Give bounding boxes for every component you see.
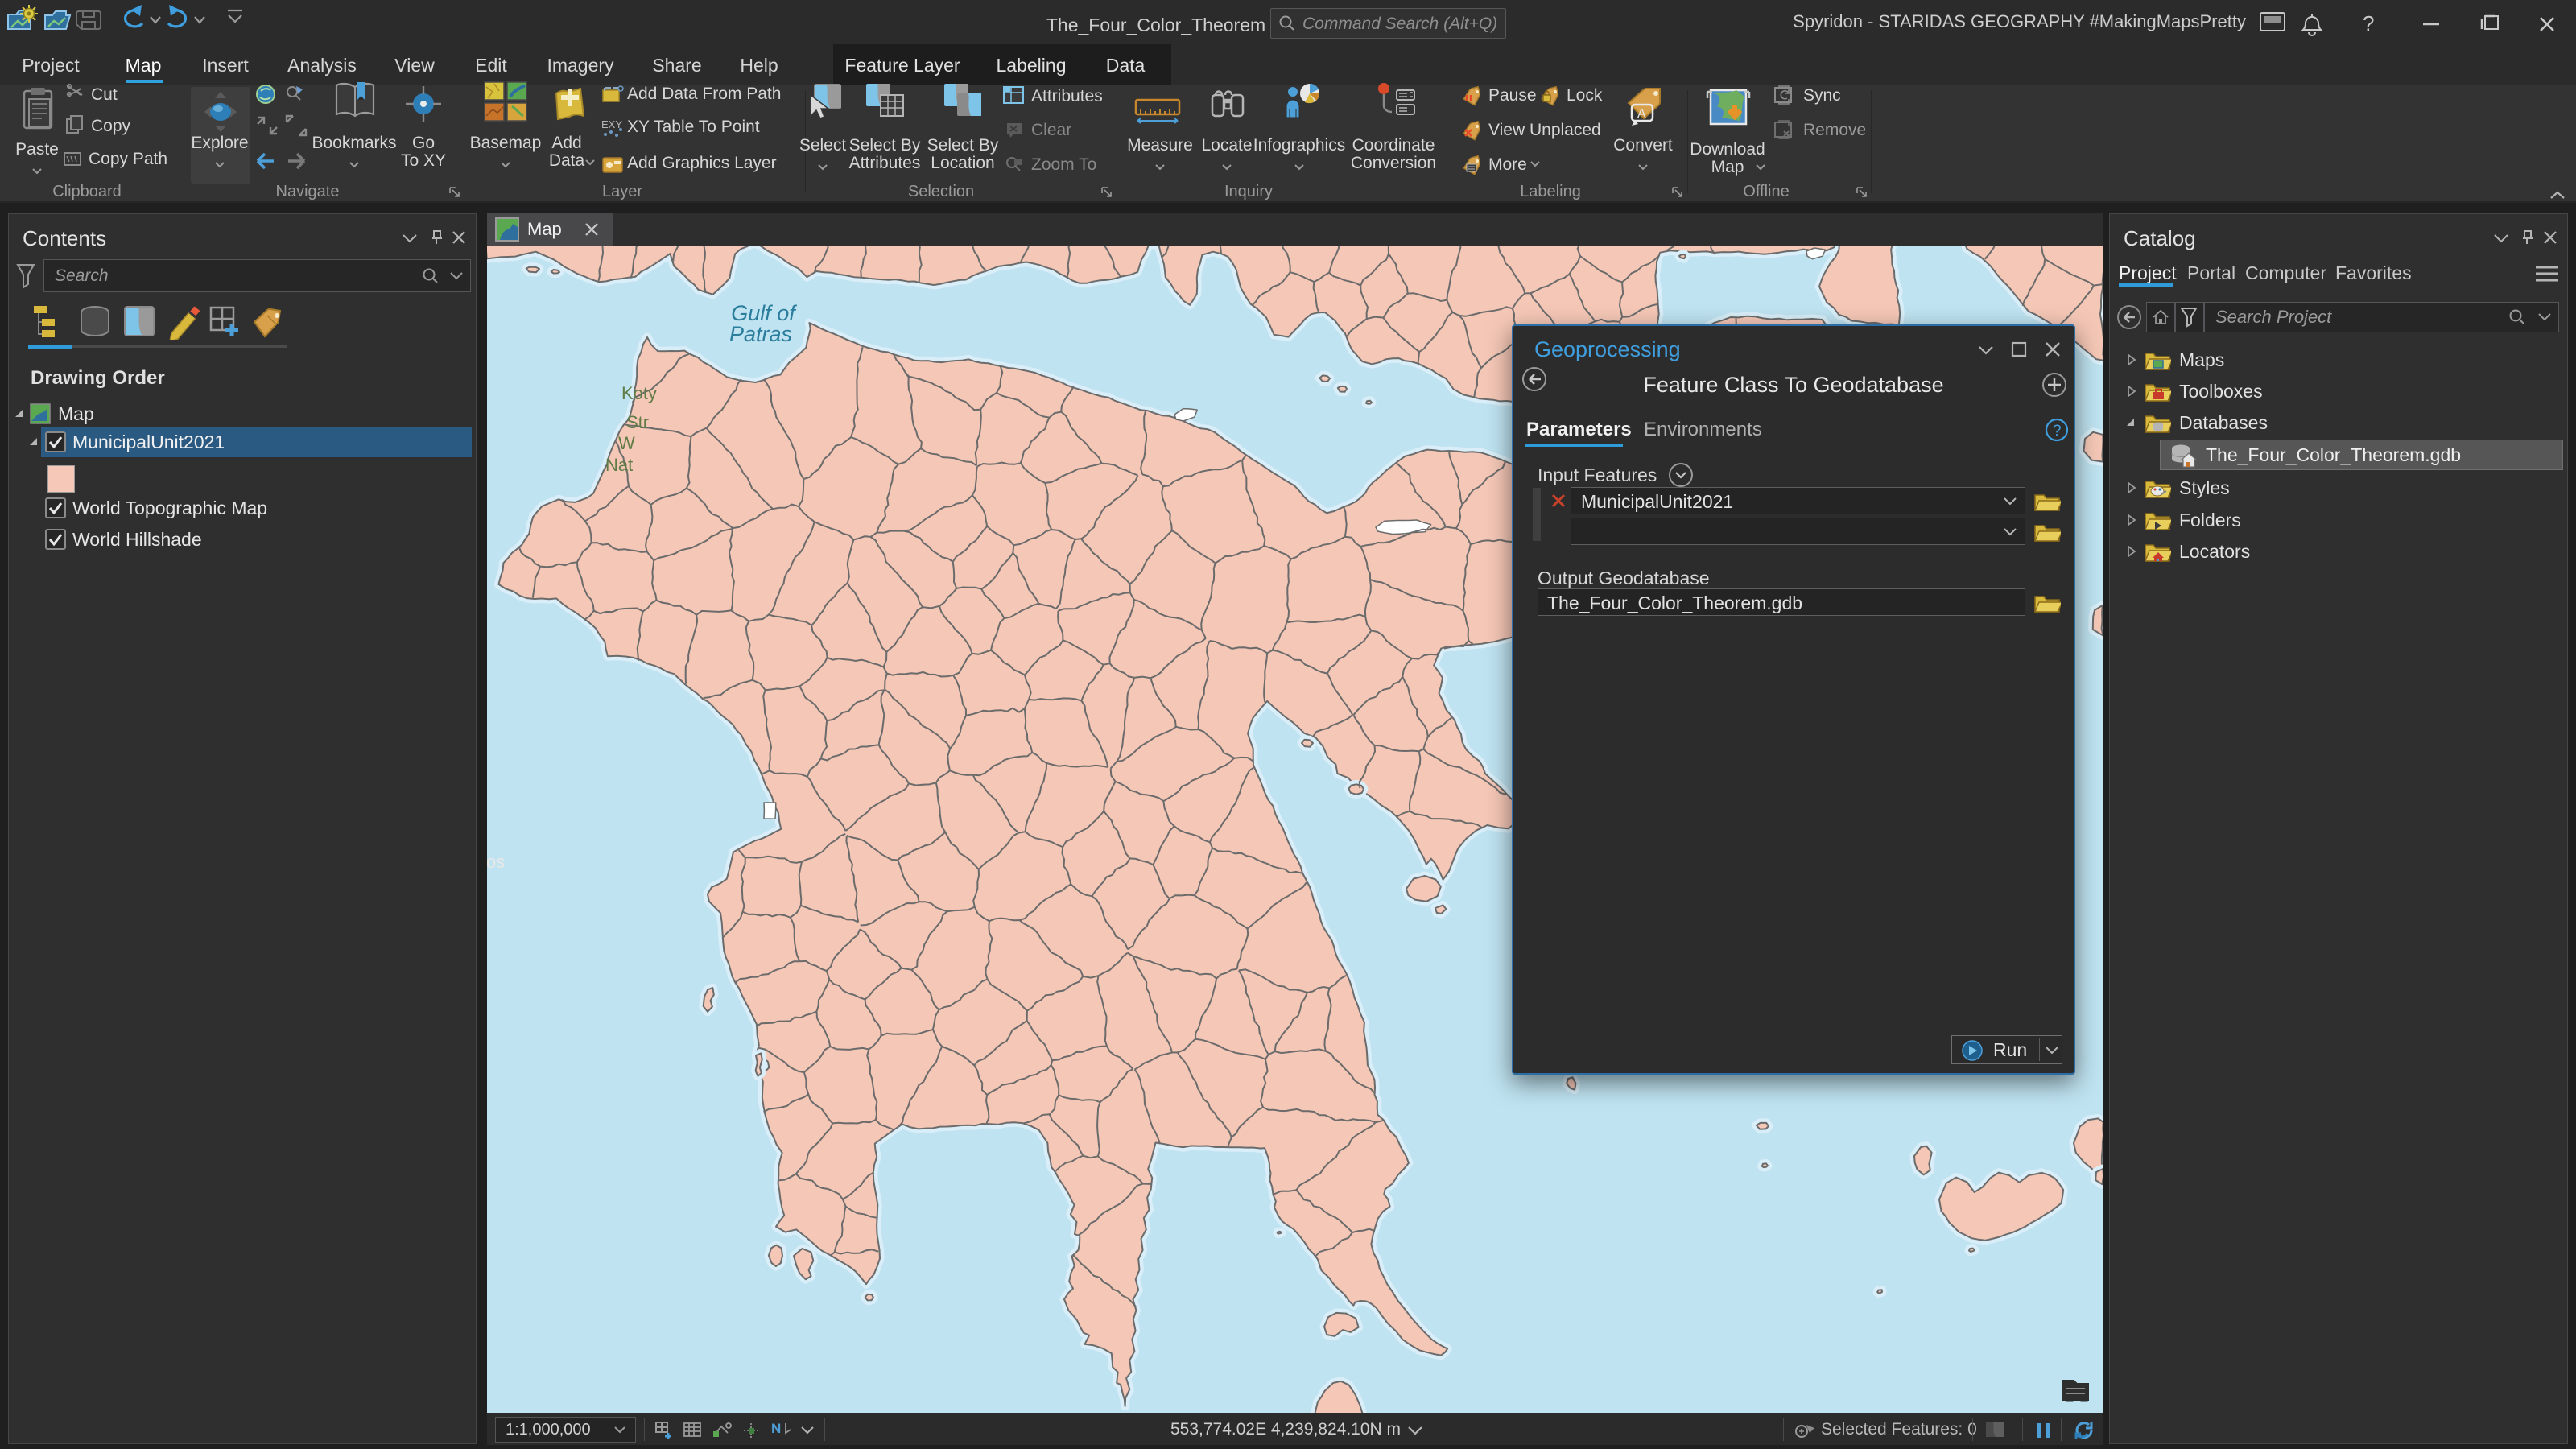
- svg-text:A: A: [1637, 107, 1646, 121]
- svg-text:EXY: EXY: [601, 118, 622, 130]
- svg-text:N: N: [771, 1421, 781, 1436]
- svg-text:?: ?: [2363, 11, 2374, 35]
- svg-text:Str: Str: [626, 412, 649, 432]
- svg-text:Nat: Nat: [605, 455, 633, 475]
- svg-text:Patras: Patras: [729, 322, 792, 346]
- svg-text:?: ?: [2053, 423, 2062, 440]
- svg-text:Koty: Koty: [621, 383, 657, 403]
- svg-text:W: W: [618, 433, 635, 453]
- svg-text:os: os: [487, 852, 505, 872]
